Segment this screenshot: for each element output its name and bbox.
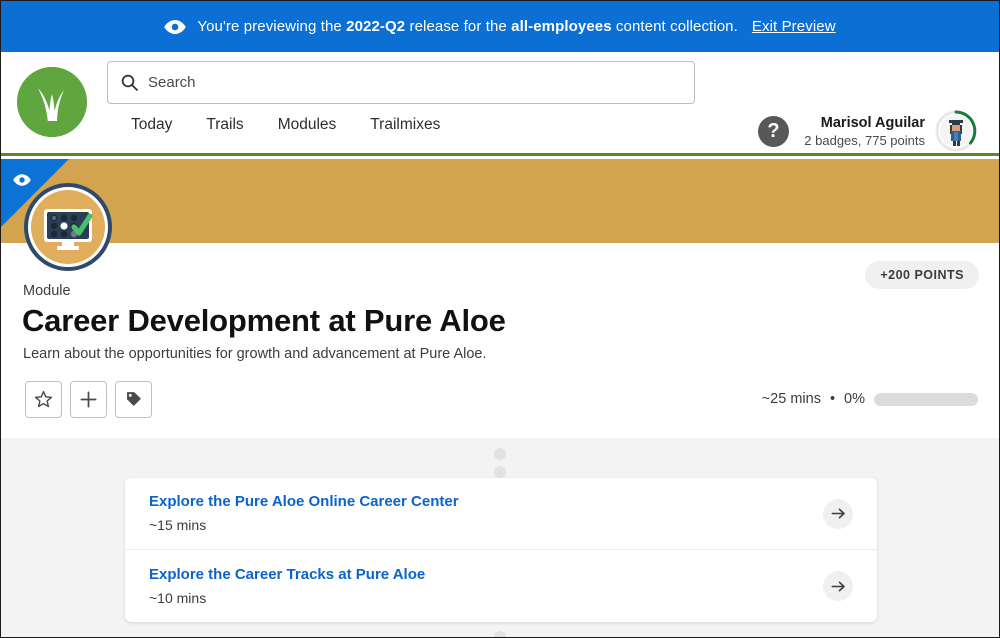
- module-duration: ~25 mins: [761, 391, 821, 407]
- nav-item-trails[interactable]: Trails: [189, 114, 260, 136]
- connector-dots: [494, 448, 506, 478]
- search-placeholder: Search: [148, 74, 196, 91]
- nav-item-today[interactable]: Today: [114, 114, 189, 136]
- unit-info: Explore the Pure Aloe Online Career Cent…: [149, 491, 823, 536]
- user-text: Marisol Aguilar 2 badges, 775 points: [804, 114, 925, 149]
- page-title: Career Development at Pure Aloe: [22, 303, 506, 338]
- trailhead-logo[interactable]: [17, 67, 87, 137]
- module-action-buttons: [25, 381, 152, 418]
- eye-icon: [164, 19, 186, 35]
- arrow-right-icon[interactable]: [823, 571, 853, 601]
- avatar-image: [940, 115, 972, 147]
- search-icon: [121, 74, 138, 91]
- tag-button[interactable]: [115, 381, 152, 418]
- connector-dot: [494, 466, 506, 478]
- connector-dot: [494, 448, 506, 460]
- module-computer-check-icon: [24, 183, 112, 271]
- unit-info: Explore the Career Tracks at Pure Aloe ~…: [149, 564, 823, 609]
- add-to-trailmix-button[interactable]: [70, 381, 107, 418]
- avatar[interactable]: [935, 110, 977, 152]
- preview-message: You're previewing the 2022-Q2 release fo…: [197, 18, 738, 35]
- main-navigation: Today Trails Modules Trailmixes: [114, 114, 457, 136]
- connector-dot-bottom: [494, 631, 506, 637]
- exit-preview-link[interactable]: Exit Preview: [752, 18, 836, 35]
- help-icon[interactable]: ?: [758, 116, 789, 147]
- plus-icon: [80, 391, 97, 408]
- list-item[interactable]: Explore the Career Tracks at Pure Aloe ~…: [125, 550, 877, 622]
- search-input[interactable]: Search: [107, 61, 695, 104]
- progress-bar: [874, 392, 978, 406]
- module-hero-banner: [1, 159, 999, 243]
- eye-icon: [13, 174, 31, 186]
- separator-dot: •: [829, 391, 836, 407]
- unit-title-link[interactable]: Explore the Career Tracks at Pure Aloe: [149, 566, 425, 583]
- nav-item-modules[interactable]: Modules: [261, 114, 354, 136]
- trailhead-module-page: You're previewing the 2022-Q2 release fo…: [0, 0, 1000, 638]
- arrow-right-icon[interactable]: [823, 498, 853, 529]
- unit-list: Explore the Pure Aloe Online Career Cent…: [125, 478, 877, 622]
- site-header: Search Today Trails Modules Trailmixes ?…: [1, 52, 999, 156]
- tag-icon: [127, 392, 141, 406]
- nav-item-trailmixes[interactable]: Trailmixes: [353, 114, 457, 136]
- module-kicker: Module: [23, 283, 71, 299]
- unit-duration: ~15 mins: [149, 517, 207, 533]
- preview-banner: You're previewing the 2022-Q2 release fo…: [1, 1, 999, 52]
- module-progress-percent: 0%: [844, 391, 865, 407]
- user-name: Marisol Aguilar: [820, 114, 925, 131]
- star-icon: [34, 390, 53, 408]
- module-detail-section: Module Career Development at Pure Aloe L…: [1, 183, 999, 438]
- unit-title-link[interactable]: Explore the Pure Aloe Online Career Cent…: [149, 493, 459, 510]
- list-item[interactable]: Explore the Pure Aloe Online Career Cent…: [125, 478, 877, 550]
- points-badge: +200 POINTS: [865, 261, 979, 289]
- module-progress: ~25 mins • 0%: [762, 391, 978, 407]
- user-stats: 2 badges, 775 points: [804, 132, 925, 148]
- favorite-button[interactable]: [25, 381, 62, 418]
- unit-duration: ~10 mins: [149, 589, 207, 606]
- user-profile[interactable]: Marisol Aguilar 2 badges, 775 points: [804, 110, 977, 152]
- module-description: Learn about the opportunities for growth…: [23, 346, 487, 362]
